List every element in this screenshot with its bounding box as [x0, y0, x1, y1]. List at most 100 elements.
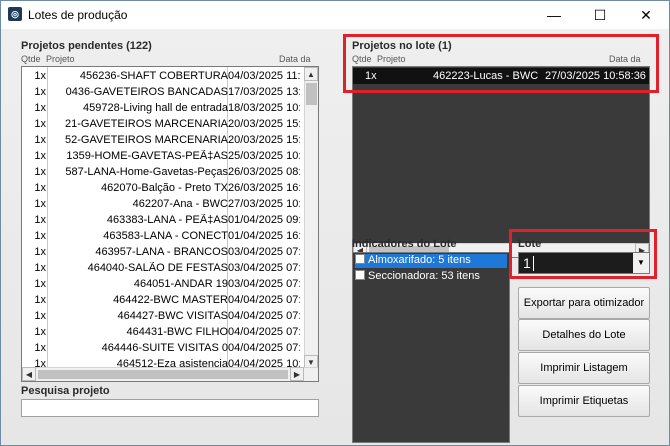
pending-row-qty: 1x [34, 294, 46, 306]
indicator-item[interactable]: Seccionadora: 53 itens [355, 270, 480, 284]
pending-row-project: 463957-LANA - BRANCOS [95, 246, 228, 258]
pending-project-row[interactable]: 1x 1359-HOME-GAVETAS-PEÃ‡AS 25/03/2025 10:… [22, 149, 304, 164]
pending-project-row[interactable]: 1x 462207-Ana - BWC27/03/2025 10:58:3 [22, 197, 304, 212]
pending-row-project: 1359-HOME-GAVETAS-PEÃ‡AS [66, 150, 228, 162]
pending-row-qty: 1x [34, 102, 46, 114]
pending-row-project: 462207-Ana - BWC [132, 198, 228, 210]
pending-project-row[interactable]: 1x 52-GAVETEIROS MARCENARIA 20/03/2025 15:… [22, 133, 304, 148]
pending-project-row[interactable]: 1x 463383-LANA - PEÃ‡AS01/04/2025 09:38:0 [22, 213, 304, 228]
pending-row-qty: 1x [34, 134, 46, 146]
close-button[interactable]: ✕ [623, 1, 669, 29]
lot-projects-highlight [343, 34, 659, 93]
pending-row-qty: 1x [34, 326, 46, 338]
pending-vertical-scrollbar[interactable]: ▲ ▼ [304, 67, 318, 369]
pending-row-project: 456236-SHAFT COBERTURA [79, 70, 228, 82]
pending-row-date: 17/03/2025 13:35:4 [228, 86, 300, 98]
pending-project-row[interactable]: 1x 464431-BWC FILHO04/04/2025 07:48:3 [22, 325, 304, 340]
checkbox-icon[interactable] [355, 254, 365, 264]
scroll-up-arrow-icon[interactable]: ▲ [304, 67, 318, 81]
indicator-item[interactable]: Almoxarifado: 5 itens [355, 254, 507, 268]
pending-row-date: 18/03/2025 10:49:0 [228, 102, 300, 114]
search-label: Pesquisa projeto [21, 385, 110, 397]
pending-project-row[interactable]: 1x 464040-SALÃO DE FESTAS03/04/2025 07:29… [22, 261, 304, 276]
print-labels-button[interactable]: Imprimir Etiquetas [518, 385, 650, 417]
pending-col-date: Data da [279, 54, 311, 64]
pending-row-project: 587-LANA-Home-Gavetas-Peças [65, 166, 228, 178]
pending-row-date: 01/04/2025 09:38:0 [228, 214, 300, 226]
app-window: ◎ Lotes de produção — ☐ ✕ Projetos pende… [0, 0, 670, 446]
pending-row-date: 04/04/2025 07:48:3 [228, 326, 300, 338]
maximize-button[interactable]: ☐ [577, 1, 623, 29]
pending-row-qty: 1x [34, 246, 46, 258]
indicators-list[interactable]: Almoxarifado: 5 itens Seccionadora: 53 i… [352, 252, 510, 443]
export-optimizer-button[interactable]: Exportar para otimizador [518, 287, 650, 319]
pending-row-qty: 1x [34, 342, 46, 354]
pending-row-project: 462070-Balção - Preto TX [101, 182, 228, 194]
pending-row-qty: 1x [34, 214, 46, 226]
pending-row-date: 26/03/2025 16:45: [228, 182, 300, 194]
pending-row-project: 463383-LANA - PEÃ‡AS [106, 214, 228, 226]
pending-row-date: 04/03/2025 11:06:1 [228, 70, 300, 82]
pending-project-row[interactable]: 1x 464427-BWC VISITAS04/04/2025 07:48:3 [22, 309, 304, 324]
pending-row-qty: 1x [34, 150, 46, 162]
window-title: Lotes de produção [28, 8, 128, 22]
pending-row-project: 0436-GAVETEIROS BANCADAS [65, 86, 228, 98]
pending-row-qty: 1x [34, 262, 46, 274]
pending-projects-list[interactable]: 1x 456236-SHAFT COBERTURA04/03/2025 11:06… [21, 66, 319, 382]
pending-row-project: 464427-BWC VISITAS [117, 310, 228, 322]
pending-row-qty: 1x [34, 182, 46, 194]
lote-highlight [509, 229, 657, 279]
search-project-input[interactable] [21, 399, 319, 417]
pending-row-date: 27/03/2025 10:58:3 [228, 198, 300, 210]
pending-project-row[interactable]: 1x 464446-SUITE VISITAS 004/04/2025 07:48… [22, 341, 304, 356]
pending-project-row[interactable]: 1x 456236-SHAFT COBERTURA04/03/2025 11:06… [22, 69, 304, 84]
pending-project-row[interactable]: 1x 462070-Balção - Preto TX 26/03/2025 16:… [22, 181, 304, 196]
pending-row-project: 464040-SALÃO DE FESTAS [87, 262, 228, 274]
scroll-thumb[interactable] [306, 83, 317, 105]
pending-row-qty: 1x [34, 230, 46, 242]
pending-project-row[interactable]: 1x 464422-BWC MASTER04/04/2025 07:48:3 [22, 293, 304, 308]
indicator-label: Almoxarifado: 5 itens [368, 254, 471, 266]
pending-row-date: 20/03/2025 15:30:1 [228, 118, 300, 130]
window-content: Projetos pendentes (122) Qtde Projeto Da… [1, 29, 669, 445]
scroll-right-arrow-icon[interactable]: ▶ [290, 367, 304, 381]
print-list-button[interactable]: Imprimir Listagem [518, 352, 650, 384]
pending-row-project: 464051-ANDAR 19 [133, 278, 228, 290]
pending-project-row[interactable]: 1x 21-GAVETEIROS MARCENARIA 20/03/2025 15:… [22, 117, 304, 132]
pending-row-date: 20/03/2025 15:30:2 [228, 134, 300, 146]
pending-project-row[interactable]: 1x 463583-LANA - CONECT01/04/2025 16:19:3 [22, 229, 304, 244]
pending-project-row[interactable]: 1x 459728-Living hall de entrada 18/03/202… [22, 101, 304, 116]
pending-row-date: 04/04/2025 07:48:3 [228, 294, 300, 306]
title-bar: ◎ Lotes de produção — ☐ ✕ [1, 1, 669, 29]
pending-row-project: 52-GAVETEIROS MARCENARIA [65, 134, 228, 146]
pending-row-qty: 1x [34, 310, 46, 322]
lot-details-button[interactable]: Detalhes do Lote [518, 319, 650, 351]
pending-row-date: 03/04/2025 07:29:0 [228, 278, 300, 290]
pending-row-project: 464446-SUITE VISITAS 0 [101, 342, 228, 354]
indicator-label: Seccionadora: 53 itens [368, 270, 480, 282]
pending-row-qty: 1x [34, 118, 46, 130]
pending-row-qty: 1x [34, 278, 46, 290]
pending-project-row[interactable]: 1x 587-LANA-Home-Gavetas-Peças 26/03/2025 … [22, 165, 304, 180]
pending-row-qty: 1x [34, 70, 46, 82]
pending-row-date: 03/04/2025 07:29:0 [228, 246, 300, 258]
pending-row-date: 25/03/2025 10:29: [228, 150, 300, 162]
pending-project-row[interactable]: 1x 463957-LANA - BRANCOS03/04/2025 07:29:… [22, 245, 304, 260]
checkbox-icon[interactable] [355, 270, 365, 280]
pending-project-row[interactable]: 1x 464051-ANDAR 1903/04/2025 07:29:0 [22, 277, 304, 292]
pending-row-qty: 1x [34, 198, 46, 210]
pending-projects-header: Projetos pendentes (122) [21, 40, 152, 52]
minimize-button[interactable]: — [531, 1, 577, 29]
pending-col-qty: Qtde [21, 54, 41, 64]
scroll-left-arrow-icon[interactable]: ◀ [22, 367, 36, 381]
pending-row-qty: 1x [34, 166, 46, 178]
pending-row-project: 464431-BWC FILHO [126, 326, 228, 338]
pending-row-project: 463583-LANA - CONECT [103, 230, 228, 242]
pending-row-date: 04/04/2025 07:48:3 [228, 342, 300, 354]
pending-row-date: 04/04/2025 07:48:3 [228, 310, 300, 322]
pending-project-row[interactable]: 1x 0436-GAVETEIROS BANCADAS 17/03/2025 13:… [22, 85, 304, 100]
pending-horizontal-scrollbar[interactable]: ◀ ▶ [22, 367, 318, 381]
pending-row-date: 26/03/2025 08:47:1 [228, 166, 300, 178]
scroll-thumb[interactable] [38, 370, 288, 379]
pending-col-project: Projeto [46, 54, 75, 64]
